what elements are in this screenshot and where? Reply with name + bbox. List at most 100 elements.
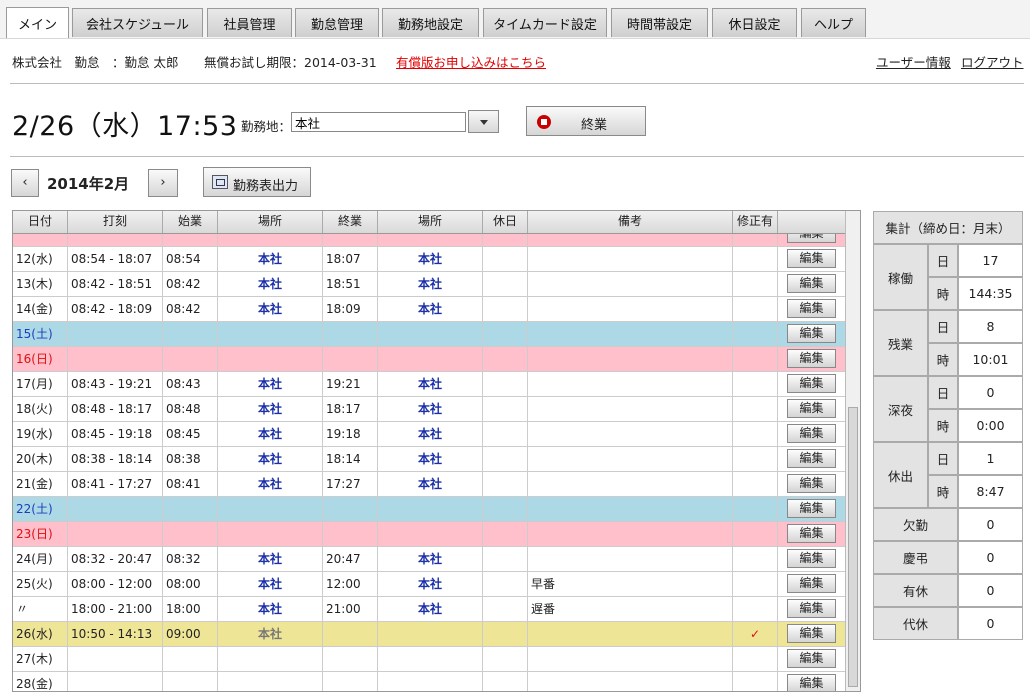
cell-note (528, 322, 733, 346)
tab-main[interactable]: メイン (6, 7, 69, 38)
user-info-link[interactable]: ユーザー情報 (876, 52, 951, 71)
chevron-left-icon: ‹ (22, 175, 28, 190)
edit-button[interactable]: 編集 (787, 449, 836, 468)
cell-end-place: 本社 (378, 372, 483, 396)
table-row: 25(火) 08:00 - 12:00 08:00 本社 12:00 本社 早番 編集 (13, 572, 845, 597)
cell-fixed (733, 472, 778, 496)
cell-holiday (483, 322, 528, 346)
prev-month-button[interactable]: ‹ (11, 169, 39, 197)
location-label: 勤務地： (241, 119, 292, 134)
summary-value-compensatory-leave: 0 (958, 607, 1023, 640)
summary-label-late-night: 深夜 (873, 376, 928, 442)
cell-holiday (483, 447, 528, 471)
table-header: 日付 打刻 始業 場所 終業 場所 休日 備考 修正有 (13, 211, 845, 234)
tab-employee-management[interactable]: 社員管理 (207, 8, 292, 37)
column-header-end-place: 場所 (378, 211, 483, 233)
table-row: 13(木) 08:42 - 18:51 08:42 本社 18:51 本社 編集 (13, 272, 845, 297)
table-row: 〃 18:00 - 21:00 18:00 本社 21:00 本社 遅番 編集 (13, 597, 845, 622)
upgrade-link[interactable]: 有償版お申し込みはこちら (396, 52, 546, 71)
summary-unit-hour: 時 (928, 277, 958, 310)
tab-help[interactable]: ヘルプ (801, 8, 866, 37)
edit-button[interactable]: 編集 (787, 524, 836, 543)
cell-start-place (218, 234, 323, 246)
cell-fixed (733, 672, 778, 691)
edit-button[interactable]: 編集 (787, 624, 836, 643)
edit-button[interactable]: 編集 (787, 234, 836, 243)
tab-time-slot-settings[interactable]: 時間帯設定 (611, 8, 708, 37)
cell-note (528, 272, 733, 296)
edit-button[interactable]: 編集 (787, 549, 836, 568)
cell-stamp: 18:00 - 21:00 (68, 597, 163, 621)
cell-note (528, 397, 733, 421)
scrollbar-thumb[interactable] (848, 407, 858, 687)
tab-attendance-management[interactable]: 勤怠管理 (295, 8, 379, 37)
cell-stamp: 08:48 - 18:17 (68, 397, 163, 421)
edit-button[interactable]: 編集 (787, 374, 836, 393)
export-timesheet-button[interactable]: 勤務表出力 (203, 167, 311, 197)
logout-link[interactable]: ログアウト (961, 52, 1024, 71)
edit-button[interactable]: 編集 (787, 424, 836, 443)
table-row: 22(土) 編集 (13, 497, 845, 522)
cell-stamp: 08:43 - 19:21 (68, 372, 163, 396)
cell-start-place: 本社 (218, 447, 323, 471)
cell-note: 遅番 (528, 597, 733, 621)
end-work-button[interactable]: 終業 (526, 106, 646, 136)
tab-company-schedule[interactable]: 会社スケジュール (72, 8, 203, 37)
cell-end (323, 497, 378, 521)
cell-note (528, 234, 733, 246)
cell-start-place: 本社 (218, 622, 323, 646)
location-input[interactable] (291, 112, 466, 132)
export-icon (212, 175, 228, 189)
edit-button[interactable]: 編集 (787, 499, 836, 518)
cell-end: 19:21 (323, 372, 378, 396)
edit-button[interactable]: 編集 (787, 249, 836, 268)
cell-end (323, 647, 378, 671)
edit-button[interactable]: 編集 (787, 274, 836, 293)
cell-stamp: 08:38 - 18:14 (68, 447, 163, 471)
cell-fixed (733, 647, 778, 671)
cell-start (163, 347, 218, 371)
tab-work-location-settings[interactable]: 勤務地設定 (382, 8, 479, 37)
cell-note (528, 372, 733, 396)
edit-button[interactable]: 編集 (787, 574, 836, 593)
table-scrollbar[interactable] (845, 211, 860, 691)
table-row: 28(金) 編集 (13, 672, 845, 691)
edit-button[interactable]: 編集 (787, 474, 836, 493)
tab-timecard-settings[interactable]: タイムカード設定 (483, 8, 607, 37)
current-datetime: 2/26（水）17:53 (12, 111, 238, 142)
table-row: 23(日) 編集 (13, 522, 845, 547)
cell-end: 17:27 (323, 472, 378, 496)
cell-stamp: 08:45 - 19:18 (68, 422, 163, 446)
cell-fixed (733, 322, 778, 346)
location-dropdown-button[interactable] (468, 110, 499, 133)
edit-button[interactable]: 編集 (787, 649, 836, 668)
cell-holiday (483, 572, 528, 596)
cell-stamp: 08:42 - 18:09 (68, 297, 163, 321)
cell-end: 21:00 (323, 597, 378, 621)
summary-value-absence: 0 (958, 508, 1023, 541)
export-timesheet-label: 勤務表出力 (233, 179, 299, 194)
summary-value-late-night-hours: 0:00 (958, 409, 1023, 442)
summary-value-work-hours: 144:35 (958, 277, 1023, 310)
cell-date: 23(日) (13, 522, 68, 546)
edit-button[interactable]: 編集 (787, 324, 836, 343)
cell-holiday (483, 347, 528, 371)
cell-stamp: 08:41 - 17:27 (68, 472, 163, 496)
summary-unit-hour: 時 (928, 343, 958, 376)
cell-end (323, 347, 378, 371)
cell-date: 19(水) (13, 422, 68, 446)
edit-button[interactable]: 編集 (787, 599, 836, 618)
tab-holiday-settings[interactable]: 休日設定 (712, 8, 797, 37)
cell-holiday (483, 422, 528, 446)
edit-button[interactable]: 編集 (787, 349, 836, 368)
cell-end: 18:51 (323, 272, 378, 296)
edit-button[interactable]: 編集 (787, 399, 836, 418)
summary-label-absence: 欠勤 (873, 508, 958, 541)
edit-button[interactable]: 編集 (787, 299, 836, 318)
cell-holiday (483, 547, 528, 571)
cell-date: 14(金) (13, 297, 68, 321)
edit-button[interactable]: 編集 (787, 674, 836, 691)
cell-end-place: 本社 (378, 447, 483, 471)
end-work-label: 終業 (581, 118, 608, 133)
next-month-button[interactable]: › (148, 169, 178, 197)
